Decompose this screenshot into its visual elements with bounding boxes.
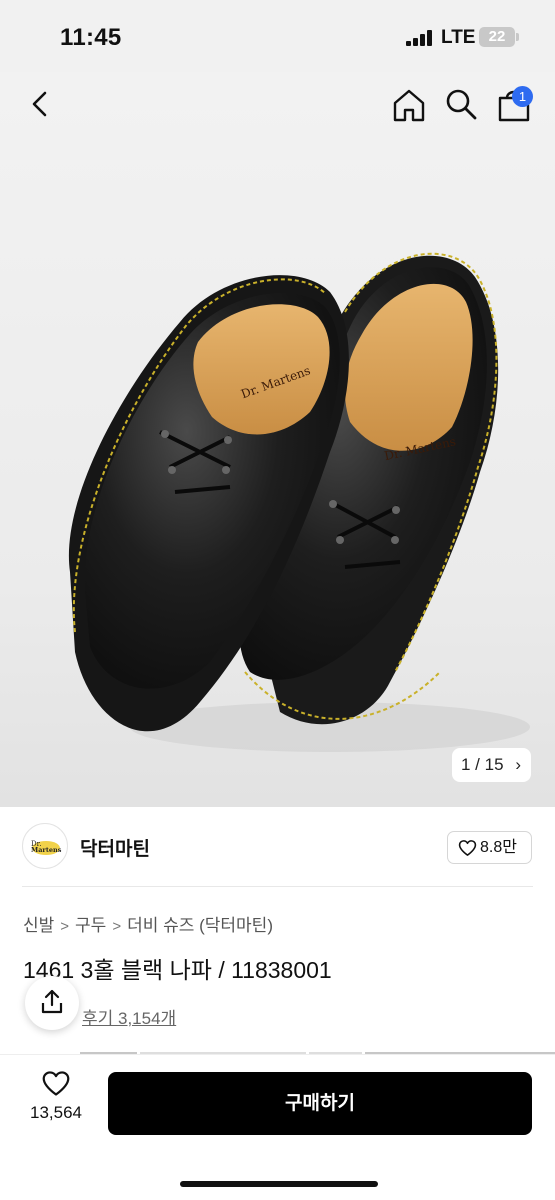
battery-cap	[516, 33, 519, 41]
back-button[interactable]	[22, 86, 58, 122]
share-icon	[41, 989, 63, 1014]
wishlist-count: 13,564	[30, 1103, 82, 1122]
home-icon	[393, 89, 425, 122]
brand-like-button[interactable]: 8.8만	[447, 831, 532, 864]
review-link[interactable]: 후기 3,154개	[82, 1004, 176, 1029]
brand-row[interactable]: Dr. Martens 닥터마틴 8.8만	[0, 807, 555, 887]
buy-button[interactable]: 구매하기	[108, 1072, 532, 1135]
divider	[22, 886, 533, 887]
heart-icon	[42, 1071, 70, 1096]
status-time: 11:45	[60, 24, 122, 51]
chevron-right-icon: >	[60, 918, 70, 935]
product-title: 1461 3홀 블랙 나파 / 11838001	[23, 957, 332, 983]
product-image-gallery[interactable]: Dr. Martens Dr. Martens 1 / 15 ›	[0, 72, 555, 807]
product-image: Dr. Martens Dr. Martens	[68, 252, 530, 752]
search-icon	[446, 89, 477, 120]
heart-icon	[458, 840, 477, 856]
home-button[interactable]	[390, 86, 428, 124]
chevron-right-icon: ›	[515, 755, 521, 774]
home-indicator[interactable]	[180, 1181, 378, 1187]
breadcrumb-item[interactable]: 더비 슈즈 (닥터마틴)	[127, 916, 273, 935]
battery-icon: 22	[479, 27, 515, 47]
status-bar: 11:45 LTE 22	[0, 0, 555, 72]
search-button[interactable]	[443, 86, 479, 122]
share-button[interactable]	[25, 976, 79, 1030]
network-label: LTE	[441, 27, 476, 48]
cart-badge: 1	[512, 86, 533, 107]
image-counter[interactable]: 1 / 15 ›	[452, 748, 531, 782]
brand-logo[interactable]: Dr. Martens	[22, 823, 68, 869]
chevron-left-icon	[32, 91, 47, 117]
wishlist-button[interactable]: 13,564	[22, 1070, 90, 1123]
breadcrumb: 신발 > 구두 > 더비 슈즈 (닥터마틴)	[23, 911, 273, 936]
brand-like-count: 8.8만	[480, 839, 517, 856]
image-counter-text: 1 / 15	[461, 755, 504, 774]
signal-icon	[406, 30, 434, 46]
brand-logo-image: Dr. Martens	[31, 840, 62, 855]
breadcrumb-item[interactable]: 구두	[75, 916, 106, 935]
brand-name[interactable]: 닥터마틴	[80, 834, 150, 861]
breadcrumb-item[interactable]: 신발	[23, 916, 54, 935]
svg-text:Martens: Martens	[31, 846, 62, 854]
chevron-right-icon: >	[112, 918, 122, 935]
